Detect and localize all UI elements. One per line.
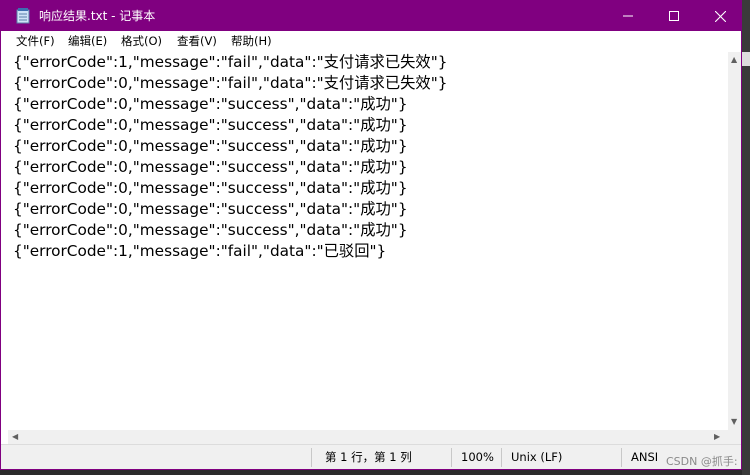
text-line: {"errorCode":1,"message":"fail","data":"…	[13, 53, 448, 71]
close-button[interactable]	[697, 1, 743, 31]
text-editor[interactable]: {"errorCode":1,"message":"fail","data":"…	[8, 52, 728, 430]
csdn-watermark: CSDN @抓手:	[666, 455, 738, 468]
menu-format[interactable]: 格式(O)	[121, 33, 162, 50]
notepad-window: 响应结果.txt - 记事本 文件(F) 编辑(E) 格式(O) 查看(V) 帮…	[0, 0, 742, 470]
maximize-icon	[669, 11, 679, 21]
menu-edit[interactable]: 编辑(E)	[68, 33, 107, 50]
menu-view[interactable]: 查看(V)	[177, 33, 217, 50]
scrollbar-corner	[728, 430, 741, 444]
minimize-icon	[623, 15, 633, 17]
text-line: {"errorCode":0,"message":"success","data…	[13, 116, 408, 134]
background-window-strip	[742, 0, 750, 475]
window-title: 响应结果.txt - 记事本	[39, 9, 156, 23]
status-divider	[621, 448, 622, 467]
text-line: {"errorCode":0,"message":"fail","data":"…	[13, 74, 448, 92]
close-icon	[714, 10, 726, 22]
text-line: {"errorCode":0,"message":"success","data…	[13, 137, 408, 155]
status-divider	[501, 448, 502, 467]
text-line: {"errorCode":0,"message":"success","data…	[13, 158, 408, 176]
horizontal-scrollbar[interactable]: ◀ ▶	[8, 430, 728, 444]
scroll-down-arrow[interactable]: ▼	[731, 417, 737, 427]
text-line: {"errorCode":0,"message":"success","data…	[13, 221, 408, 239]
maximize-button[interactable]	[651, 1, 697, 31]
encoding: ANSI	[631, 450, 659, 464]
background-fragment	[742, 52, 750, 66]
text-line: {"errorCode":0,"message":"success","data…	[13, 95, 408, 113]
menu-help[interactable]: 帮助(H)	[231, 33, 272, 50]
scroll-left-arrow[interactable]: ◀	[12, 432, 18, 442]
status-bar: 第 1 行，第 1 列 100% Unix (LF) ANSI	[1, 444, 741, 469]
line-ending: Unix (LF)	[511, 450, 563, 464]
notepad-icon	[16, 8, 30, 24]
zoom-level: 100%	[461, 450, 494, 464]
vertical-scrollbar[interactable]: ▲ ▼	[728, 52, 741, 430]
cursor-position: 第 1 行，第 1 列	[325, 450, 412, 464]
minimize-button[interactable]	[605, 1, 651, 31]
menu-file[interactable]: 文件(F)	[16, 33, 55, 50]
text-line: {"errorCode":0,"message":"success","data…	[13, 179, 408, 197]
scroll-right-arrow[interactable]: ▶	[714, 432, 720, 442]
status-divider	[451, 448, 452, 467]
text-line: {"errorCode":1,"message":"fail","data":"…	[13, 242, 387, 260]
text-line: {"errorCode":0,"message":"success","data…	[13, 200, 408, 218]
status-divider	[311, 448, 312, 467]
title-bar[interactable]: 响应结果.txt - 记事本	[1, 1, 741, 31]
menu-bar: 文件(F) 编辑(E) 格式(O) 查看(V) 帮助(H)	[1, 31, 741, 52]
scroll-up-arrow[interactable]: ▲	[731, 55, 737, 65]
